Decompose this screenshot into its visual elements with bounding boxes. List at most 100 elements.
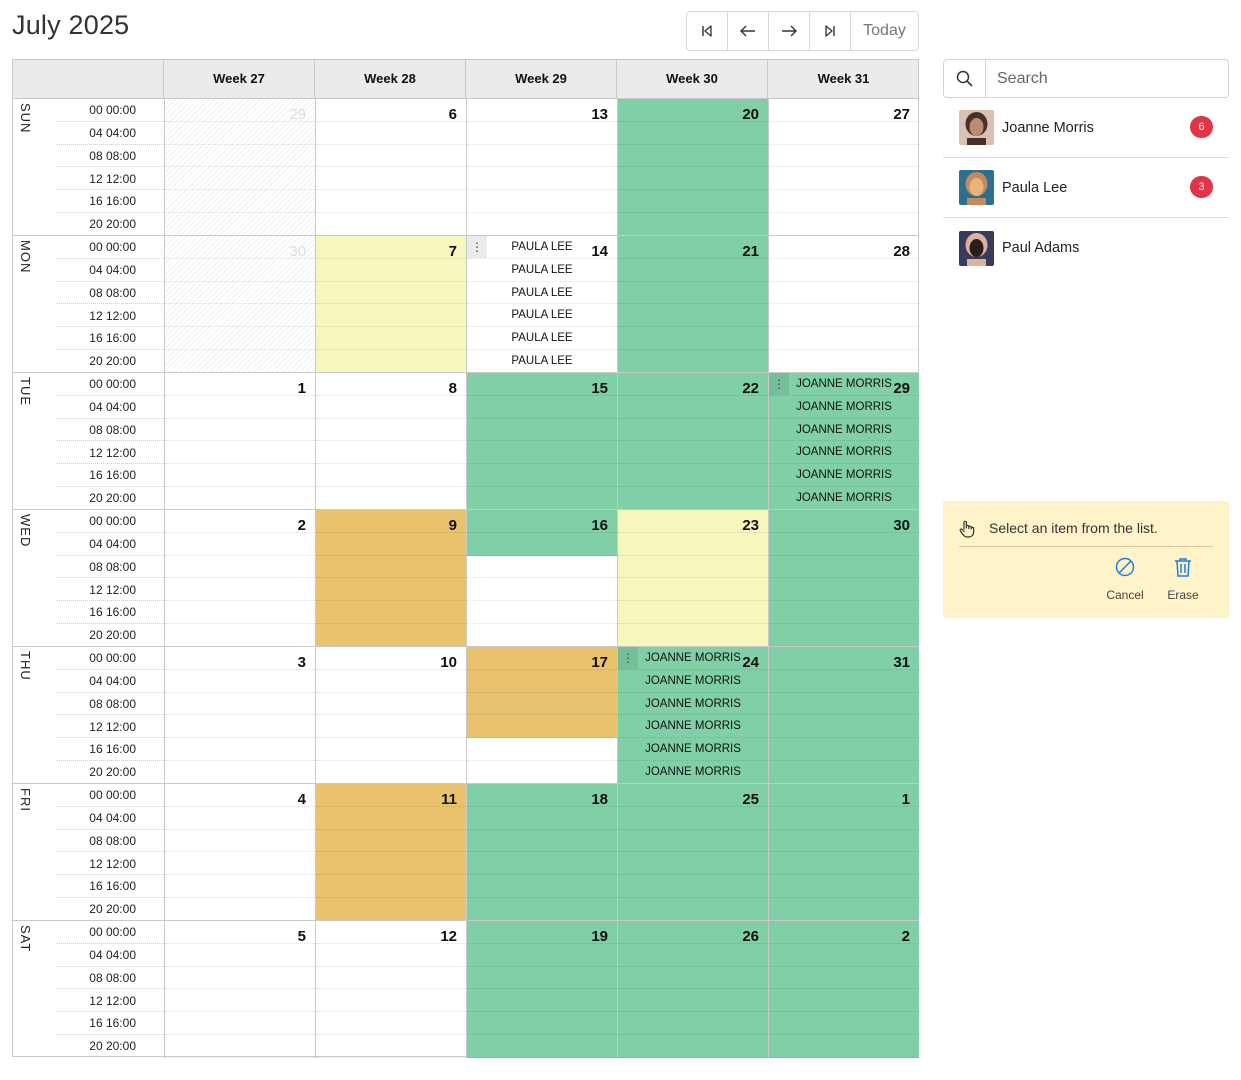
time-slot[interactable] — [467, 419, 617, 442]
day-cell[interactable]: 7 — [315, 236, 466, 373]
day-cell[interactable]: 22 — [617, 373, 768, 510]
time-slot[interactable] — [316, 967, 466, 990]
time-slot[interactable] — [316, 533, 466, 556]
time-slot[interactable] — [165, 1035, 315, 1058]
search-icon[interactable] — [944, 60, 986, 97]
day-cell[interactable]: 5 — [164, 921, 315, 1058]
event-label[interactable]: PAULA LEE — [467, 282, 617, 305]
time-slot[interactable] — [618, 327, 768, 351]
time-slot[interactable] — [467, 122, 617, 145]
time-slot[interactable] — [165, 989, 315, 1013]
time-slot[interactable] — [316, 715, 466, 739]
time-slot[interactable]: JOANNE MORRIS — [769, 396, 919, 419]
time-slot[interactable] — [467, 441, 617, 465]
time-slot[interactable] — [467, 692, 617, 716]
time-slot[interactable] — [769, 967, 919, 990]
event-label[interactable]: JOANNE MORRIS — [618, 693, 768, 716]
time-slot[interactable] — [165, 830, 315, 853]
day-cell[interactable]: 25 — [617, 784, 768, 921]
time-slot[interactable] — [467, 167, 617, 191]
time-slot[interactable] — [467, 830, 617, 853]
today-button[interactable]: Today — [851, 12, 918, 50]
time-slot[interactable]: PAULA LEE — [467, 304, 617, 328]
time-slot[interactable] — [165, 693, 315, 716]
time-slot[interactable] — [165, 967, 315, 990]
event-label[interactable]: JOANNE MORRIS — [618, 738, 768, 761]
time-slot[interactable] — [769, 167, 919, 191]
time-slot[interactable] — [165, 578, 315, 602]
time-slot[interactable] — [316, 1012, 466, 1036]
day-cell[interactable]: 11 — [315, 784, 466, 921]
time-slot[interactable] — [165, 715, 315, 739]
time-slot[interactable] — [769, 761, 919, 783]
time-slot[interactable] — [618, 464, 768, 488]
time-slot[interactable] — [618, 441, 768, 465]
time-slot[interactable] — [769, 944, 919, 967]
time-slot[interactable] — [316, 441, 466, 465]
time-slot[interactable] — [316, 373, 466, 396]
time-slot[interactable] — [769, 875, 919, 899]
event-label[interactable]: PAULA LEE — [467, 327, 617, 350]
time-slot[interactable] — [467, 944, 617, 967]
time-slot[interactable] — [467, 761, 617, 783]
day-cell[interactable]: 18 — [466, 784, 617, 921]
time-slot[interactable] — [316, 236, 466, 259]
time-slot[interactable] — [165, 259, 315, 282]
time-slot[interactable] — [316, 875, 466, 899]
time-slot[interactable] — [165, 1012, 315, 1036]
day-cell[interactable]: 27 — [768, 99, 919, 236]
time-slot[interactable] — [769, 784, 919, 807]
time-slot[interactable] — [316, 761, 466, 783]
time-slot[interactable]: JOANNE MORRIS — [618, 693, 768, 716]
day-cell[interactable]: 21 — [617, 236, 768, 373]
time-slot[interactable] — [769, 898, 919, 920]
time-slot[interactable] — [769, 190, 919, 214]
day-cell[interactable]: 12 — [315, 921, 466, 1058]
time-slot[interactable]: PAULA LEE — [467, 327, 617, 351]
event-label[interactable]: PAULA LEE — [467, 304, 617, 327]
time-slot[interactable] — [165, 487, 315, 509]
day-cell[interactable]: 1 — [768, 784, 919, 921]
time-slot[interactable] — [618, 282, 768, 305]
time-slot[interactable] — [316, 145, 466, 168]
time-slot[interactable] — [769, 601, 919, 625]
time-slot[interactable] — [467, 396, 617, 419]
time-slot[interactable] — [165, 464, 315, 488]
time-slot[interactable] — [618, 807, 768, 830]
time-slot[interactable]: JOANNE MORRIS — [618, 670, 768, 693]
event-label[interactable]: JOANNE MORRIS — [769, 441, 919, 464]
time-slot[interactable]: JOANNE MORRIS — [769, 441, 919, 465]
time-slot[interactable] — [769, 715, 919, 739]
time-slot[interactable]: JOANNE MORRIS — [618, 715, 768, 739]
day-cell[interactable]: 4 — [164, 784, 315, 921]
time-slot[interactable] — [316, 624, 466, 646]
time-slot[interactable] — [467, 875, 617, 899]
time-slot[interactable] — [618, 967, 768, 990]
previous-button[interactable] — [728, 12, 769, 50]
time-slot[interactable] — [769, 533, 919, 556]
time-slot[interactable] — [165, 944, 315, 967]
time-slot[interactable] — [769, 807, 919, 830]
time-slot[interactable] — [618, 350, 768, 372]
time-slot[interactable] — [316, 419, 466, 442]
time-slot[interactable] — [316, 738, 466, 762]
time-slot[interactable] — [467, 213, 617, 235]
event-label[interactable]: JOANNE MORRIS — [769, 464, 919, 487]
time-slot[interactable] — [316, 693, 466, 716]
time-slot[interactable] — [165, 533, 315, 556]
event-menu-icon[interactable]: ⋮ — [769, 373, 789, 395]
time-slot[interactable] — [618, 556, 768, 579]
time-slot[interactable] — [316, 830, 466, 853]
time-slot[interactable] — [316, 1035, 466, 1058]
time-slot[interactable] — [618, 304, 768, 328]
time-slot[interactable] — [165, 441, 315, 465]
time-slot[interactable] — [316, 464, 466, 488]
time-slot[interactable] — [316, 944, 466, 967]
time-slot[interactable] — [618, 578, 768, 602]
erase-button[interactable]: Erase — [1153, 557, 1213, 602]
time-slot[interactable] — [316, 578, 466, 602]
time-slot[interactable] — [467, 669, 617, 693]
time-slot[interactable] — [618, 259, 768, 282]
event-label[interactable]: JOANNE MORRIS — [618, 715, 768, 738]
time-slot[interactable] — [316, 510, 466, 533]
